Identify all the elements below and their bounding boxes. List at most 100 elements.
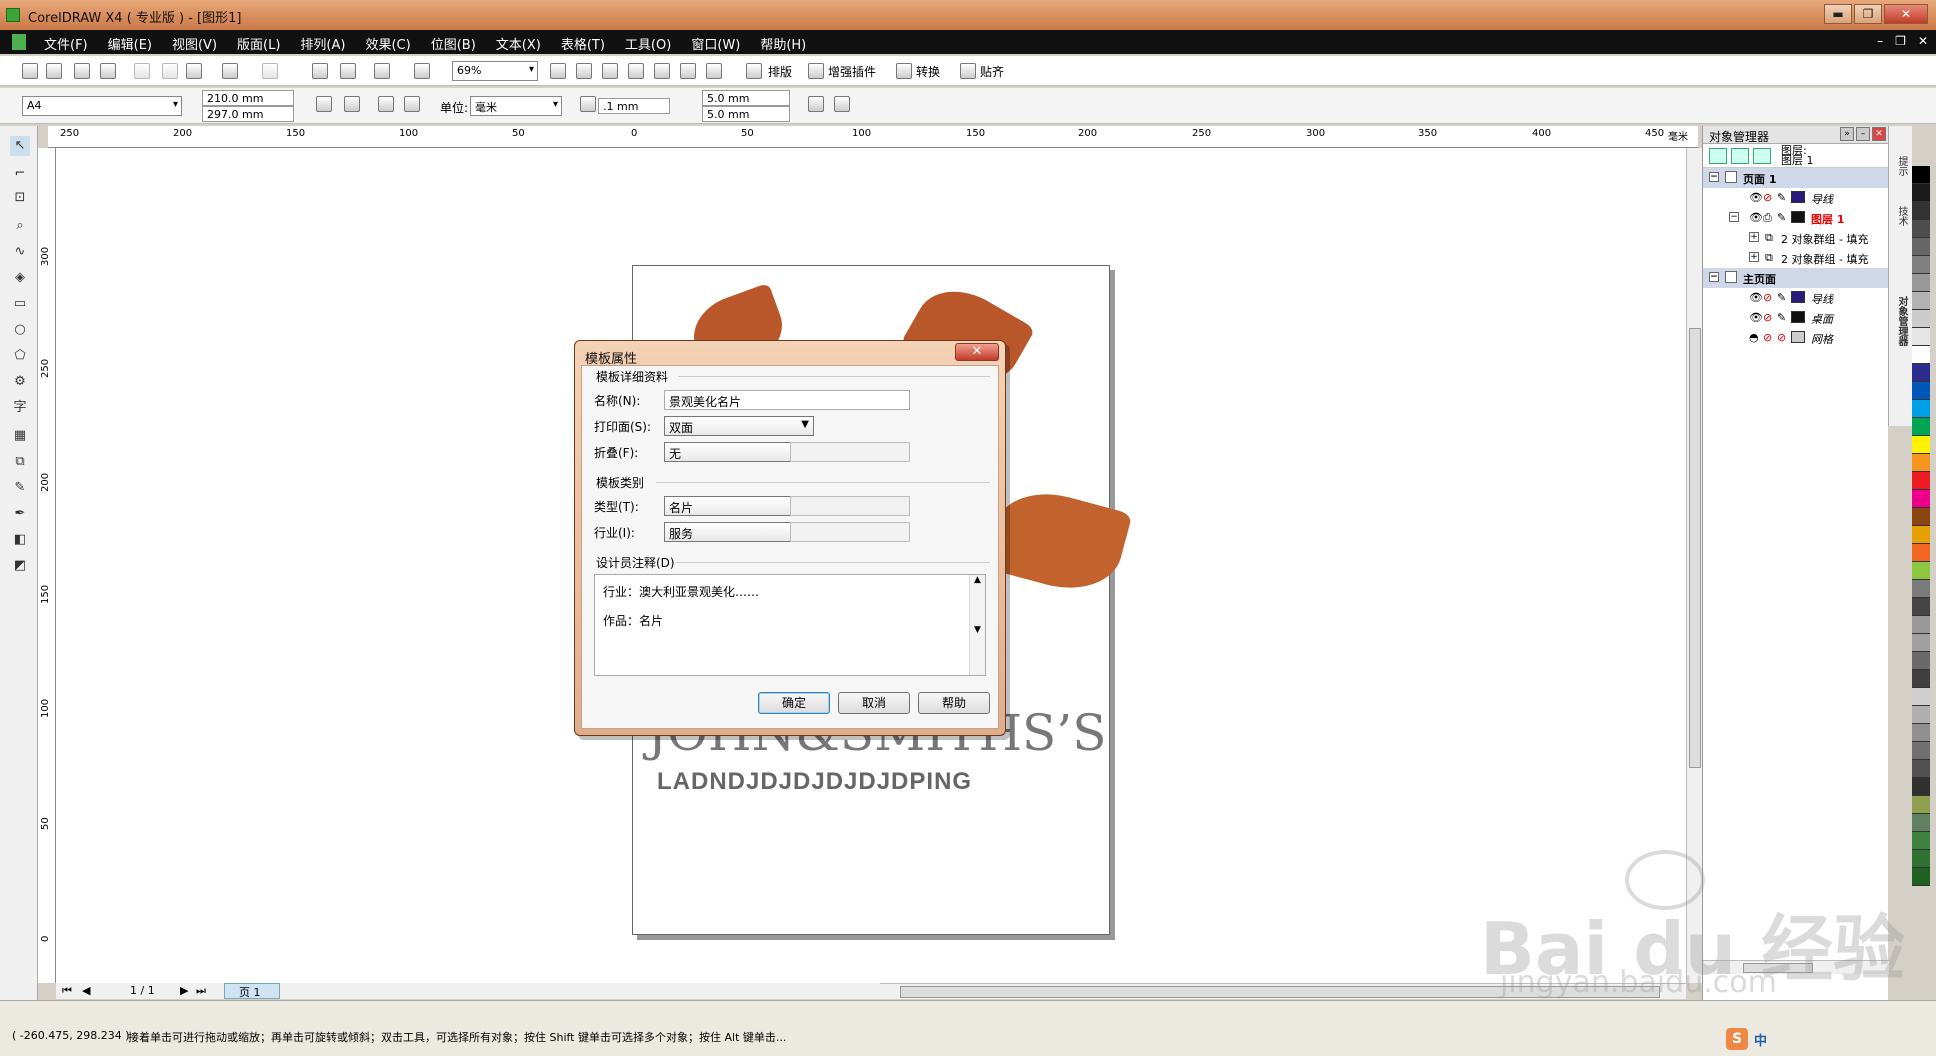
palette-swatch[interactable] (1912, 508, 1930, 526)
palette-swatch[interactable] (1912, 706, 1930, 724)
ellipse-tool-icon[interactable]: ○ (10, 320, 30, 340)
freehand-tool-icon[interactable]: ∿ (10, 242, 30, 262)
sogou-ime-icon[interactable]: S (1726, 1028, 1748, 1050)
close-button[interactable]: ✕ (1884, 4, 1928, 24)
prev-page-button[interactable]: ◀ (82, 984, 90, 997)
application-launcher-icon[interactable] (374, 63, 390, 79)
doc-close-button[interactable]: ✕ (1918, 34, 1928, 48)
palette-swatch[interactable] (1912, 778, 1930, 796)
edit-disabled-icon[interactable]: ⊘ (1777, 331, 1789, 344)
new-document-icon[interactable] (22, 63, 38, 79)
cut-icon[interactable] (134, 63, 150, 79)
pen-icon[interactable]: ✎ (1777, 311, 1789, 324)
palette-swatch[interactable] (1912, 472, 1930, 490)
fill-tool-icon[interactable]: ◧ (10, 530, 30, 550)
palette-swatch[interactable] (1912, 760, 1930, 778)
object-manager-tab[interactable]: 对象管理器 (1893, 296, 1909, 346)
crop-tool-icon[interactable]: ⊡ (10, 188, 30, 208)
print-disabled-icon[interactable]: ⊘ (1763, 291, 1775, 304)
export-icon[interactable] (340, 63, 356, 79)
copy-icon[interactable] (162, 63, 178, 79)
menu-help[interactable]: 帮助(H) (756, 34, 810, 53)
tree-node-desktop[interactable]: 👁 ⊘ ✎ 桌面 (1703, 308, 1888, 328)
docker-minimize-button[interactable]: – (1856, 127, 1870, 141)
docker-close-button[interactable]: ✕ (1872, 127, 1886, 141)
paste-icon[interactable] (186, 63, 202, 79)
help-button[interactable]: 帮助 (918, 692, 990, 714)
bounding-box-icon[interactable] (834, 96, 850, 112)
palette-swatch[interactable] (1912, 292, 1930, 310)
restore-button[interactable]: ❐ (1854, 4, 1882, 24)
palette-swatch[interactable] (1912, 274, 1930, 292)
zoom-selected-icon[interactable] (628, 63, 644, 79)
print-disabled-icon[interactable]: ⊘ (1763, 331, 1775, 344)
menu-arrange[interactable]: 排列(A) (296, 34, 349, 53)
zoom-in-icon[interactable] (550, 63, 566, 79)
pen-icon[interactable]: ✎ (1777, 211, 1789, 224)
convert-icon[interactable] (896, 63, 912, 79)
palette-swatch[interactable] (1912, 364, 1930, 382)
undo-icon[interactable] (222, 63, 238, 79)
palette-swatch[interactable] (1912, 832, 1930, 850)
eye-hidden-icon[interactable]: ◓ (1749, 331, 1761, 344)
last-page-button[interactable]: ⏭ (196, 984, 206, 998)
eye-icon[interactable]: 👁 (1749, 211, 1763, 224)
menu-window[interactable]: 窗口(W) (687, 34, 744, 53)
designer-notes-textarea[interactable]: 行业：澳大利亚景观美化…… 作品：名片 ▲ ▼ (594, 574, 986, 676)
notes-scrollbar[interactable]: ▲ ▼ (969, 575, 985, 675)
palette-swatch[interactable] (1912, 166, 1930, 184)
palette-swatch[interactable] (1912, 436, 1930, 454)
ime-mode-indicator[interactable]: 中 (1754, 1030, 1767, 1049)
import-icon[interactable] (312, 63, 328, 79)
rectangle-tool-icon[interactable]: ▭ (10, 294, 30, 314)
palette-swatch[interactable] (1912, 796, 1930, 814)
smart-fill-icon[interactable]: ◈ (10, 268, 30, 288)
zoom-one-shot-icon[interactable] (602, 63, 618, 79)
technique-tab[interactable]: 技术 (1893, 206, 1909, 226)
palette-swatch[interactable] (1912, 670, 1930, 688)
expand-icon[interactable]: + (1749, 252, 1759, 262)
tree-node-grid[interactable]: ◓ ⊘ ⊘ 网格 (1703, 328, 1888, 348)
tree-node-master-guides[interactable]: 👁 ⊘ ✎ 导线 (1703, 288, 1888, 308)
palette-swatch[interactable] (1912, 418, 1930, 436)
menu-effects[interactable]: 效果(C) (361, 34, 414, 53)
palette-swatch[interactable] (1912, 220, 1930, 238)
tree-node-group[interactable]: + ⧉ 2 对象群组 - 填充 (1703, 228, 1888, 248)
layout-button[interactable]: 排版 (768, 63, 792, 80)
palette-swatch[interactable] (1912, 580, 1930, 598)
scroll-thumb[interactable] (1689, 328, 1701, 768)
page-tab[interactable]: 页 1 (224, 983, 280, 999)
palette-swatch[interactable] (1912, 526, 1930, 544)
eye-icon[interactable]: 👁 (1749, 311, 1763, 324)
eye-icon[interactable]: 👁 (1749, 191, 1763, 204)
palette-swatch[interactable] (1912, 652, 1930, 670)
duplicate-x-field[interactable]: 5.0 mm (702, 90, 790, 106)
doc-minimize-button[interactable]: – (1877, 34, 1883, 48)
palette-swatch[interactable] (1912, 490, 1930, 508)
treat-as-filled-icon[interactable] (808, 96, 824, 112)
printer-icon[interactable]: ⎙ (1763, 211, 1775, 224)
palette-swatch[interactable] (1912, 688, 1930, 706)
palette-swatch[interactable] (1912, 310, 1930, 328)
tree-node-layer-1[interactable]: − 👁 ⎙ ✎ 图层 1 (1703, 208, 1888, 228)
menu-edit[interactable]: 编辑(E) (104, 34, 156, 53)
tree-node-group[interactable]: + ⧉ 2 对象群组 - 填充 (1703, 248, 1888, 268)
zoom-page-icon[interactable] (680, 63, 696, 79)
dialog-close-button[interactable]: ✕ (955, 343, 999, 361)
palette-swatch[interactable] (1912, 616, 1930, 634)
menu-text[interactable]: 文本(X) (492, 34, 545, 53)
portrait-icon[interactable] (316, 96, 332, 112)
paper-height-field[interactable]: 297.0 mm (202, 106, 294, 122)
convert-button[interactable]: 转换 (916, 63, 940, 80)
units-combo[interactable]: 毫米 (470, 96, 562, 116)
all-pages-icon[interactable] (378, 96, 394, 112)
redo-icon[interactable] (262, 63, 278, 79)
card-brand-subtitle[interactable]: LADNDJDJDJDJDJDPING (657, 768, 972, 796)
paper-width-field[interactable]: 210.0 mm (202, 90, 294, 106)
palette-swatch[interactable] (1912, 382, 1930, 400)
print-disabled-icon[interactable]: ⊘ (1763, 191, 1775, 204)
menu-layout[interactable]: 版面(L) (233, 34, 284, 53)
print-side-select[interactable]: 双面 ▼ (664, 416, 814, 436)
shape-tool-icon[interactable]: ⌐ (10, 164, 30, 184)
current-page-icon[interactable] (404, 96, 420, 112)
